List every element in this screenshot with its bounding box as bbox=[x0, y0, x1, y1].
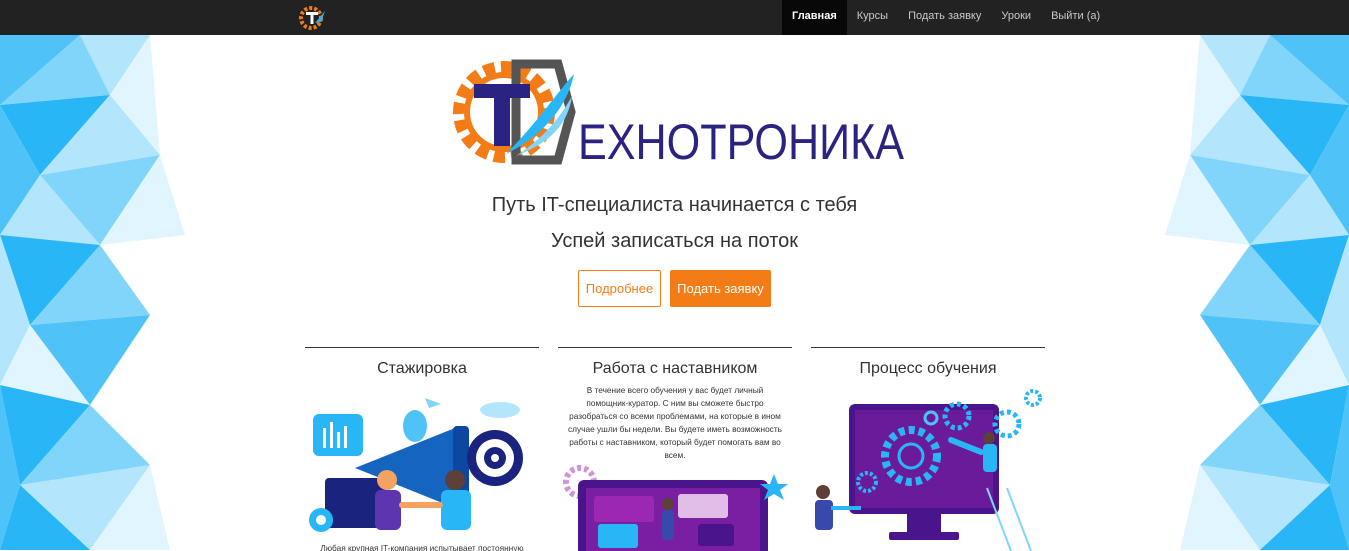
hero-subtagline: Успей записаться на поток bbox=[550, 230, 799, 252]
nav-item-apply[interactable]: Подать заявку bbox=[898, 0, 991, 35]
hero-tagline: Путь IT-специалиста начинается с тебя bbox=[491, 194, 858, 216]
more-button[interactable]: Подробнее bbox=[578, 270, 661, 307]
right-triangle-background bbox=[1160, 35, 1349, 550]
left-triangle-background bbox=[0, 35, 190, 550]
apply-button[interactable]: Подать заявку bbox=[670, 270, 771, 307]
feature-card-mentor: Работа с наставником В течение всего обу… bbox=[558, 347, 792, 551]
card-title: Процесс обучения bbox=[859, 360, 997, 377]
navbar: Главная Курсы Подать заявку Уроки Выйти … bbox=[0, 0, 1349, 35]
nav-item-logout[interactable]: Выйти (a) bbox=[1041, 0, 1110, 35]
nav-item-home[interactable]: Главная bbox=[782, 0, 847, 35]
main-nav: Главная Курсы Подать заявку Уроки Выйти … bbox=[782, 0, 1110, 35]
technotronika-logo: ЕХНОТРОНИКА bbox=[453, 59, 905, 170]
mentor-illustration bbox=[563, 465, 788, 551]
card-text: В течение всего обучения у вас будет лич… bbox=[568, 385, 782, 460]
nav-item-courses[interactable]: Курсы bbox=[847, 0, 898, 35]
internship-illustration bbox=[309, 398, 523, 532]
card-title: Стажировка bbox=[377, 360, 467, 377]
brand-logo-icon[interactable] bbox=[299, 5, 327, 31]
feature-card-learning: Процесс обучения bbox=[811, 347, 1045, 551]
feature-card-internship: Стажировка Любая крупная IT-компания исп… bbox=[305, 347, 539, 551]
learning-illustration bbox=[815, 389, 1042, 551]
nav-item-lessons[interactable]: Уроки bbox=[991, 0, 1041, 35]
card-title: Работа с наставником bbox=[592, 360, 758, 377]
logo-text: ЕХНОТРОНИКА bbox=[578, 114, 905, 170]
